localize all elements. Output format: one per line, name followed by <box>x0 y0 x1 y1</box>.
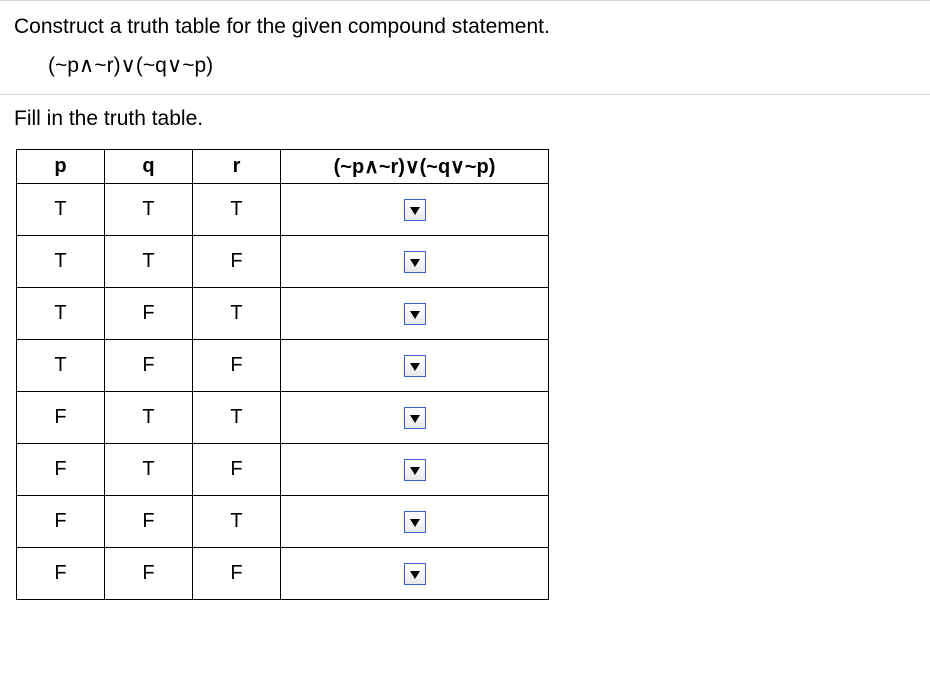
col-header-result: (~p∧~r)∨(~q∨~p) <box>281 150 549 184</box>
cell-p: F <box>17 444 105 496</box>
cell-p: F <box>17 392 105 444</box>
col-header-p: p <box>17 150 105 184</box>
table-row: F F F <box>17 548 549 600</box>
answer-dropdown[interactable] <box>404 563 426 585</box>
table-row: T F T <box>17 288 549 340</box>
truth-table: p q r (~p∧~r)∨(~q∨~p) T T T T T F <box>16 149 549 600</box>
col-header-q: q <box>105 150 193 184</box>
fill-instruction: Fill in the truth table. <box>14 107 930 131</box>
col-header-r: r <box>193 150 281 184</box>
cell-q: T <box>105 184 193 236</box>
question-section: Construct a truth table for the given co… <box>0 0 930 95</box>
cell-answer <box>281 288 549 340</box>
cell-r: F <box>193 548 281 600</box>
answer-section: Fill in the truth table. p q r (~p∧~r)∨(… <box>0 95 930 600</box>
compound-statement-formula: (~p∧~r)∨(~q∨~p) <box>48 53 916 78</box>
cell-answer <box>281 496 549 548</box>
cell-q: F <box>105 340 193 392</box>
cell-answer <box>281 548 549 600</box>
table-row: T T F <box>17 236 549 288</box>
cell-r: T <box>193 392 281 444</box>
cell-p: F <box>17 548 105 600</box>
cell-p: T <box>17 236 105 288</box>
cell-answer <box>281 392 549 444</box>
table-row: T F F <box>17 340 549 392</box>
cell-r: T <box>193 288 281 340</box>
table-row: F F T <box>17 496 549 548</box>
cell-r: F <box>193 340 281 392</box>
answer-dropdown[interactable] <box>404 303 426 325</box>
answer-dropdown[interactable] <box>404 199 426 221</box>
answer-dropdown[interactable] <box>404 511 426 533</box>
cell-q: T <box>105 444 193 496</box>
cell-p: T <box>17 184 105 236</box>
cell-q: F <box>105 496 193 548</box>
table-row: F T F <box>17 444 549 496</box>
cell-r: F <box>193 444 281 496</box>
cell-p: F <box>17 496 105 548</box>
cell-q: T <box>105 236 193 288</box>
cell-r: F <box>193 236 281 288</box>
cell-q: F <box>105 288 193 340</box>
cell-r: T <box>193 184 281 236</box>
question-prompt: Construct a truth table for the given co… <box>14 15 916 39</box>
answer-dropdown[interactable] <box>404 407 426 429</box>
cell-q: T <box>105 392 193 444</box>
answer-dropdown[interactable] <box>404 251 426 273</box>
cell-q: F <box>105 548 193 600</box>
cell-answer <box>281 444 549 496</box>
answer-dropdown[interactable] <box>404 459 426 481</box>
table-row: F T T <box>17 392 549 444</box>
cell-answer <box>281 184 549 236</box>
cell-r: T <box>193 496 281 548</box>
table-row: T T T <box>17 184 549 236</box>
answer-dropdown[interactable] <box>404 355 426 377</box>
cell-p: T <box>17 340 105 392</box>
cell-answer <box>281 236 549 288</box>
cell-p: T <box>17 288 105 340</box>
table-header-row: p q r (~p∧~r)∨(~q∨~p) <box>17 150 549 184</box>
cell-answer <box>281 340 549 392</box>
